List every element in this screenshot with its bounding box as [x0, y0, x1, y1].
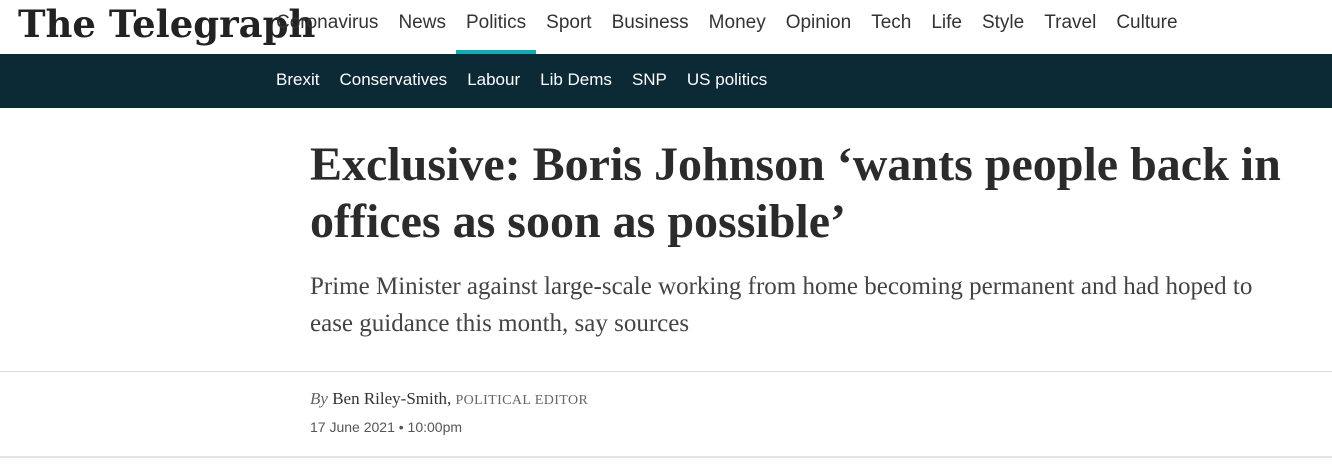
- politics-subnav-bar: Brexit Conservatives Labour Lib Dems SNP…: [0, 54, 1332, 108]
- publish-date: 17 June 2021 • 10:00pm: [310, 419, 463, 435]
- site-header: The Telegraph Coronavirus News Politics …: [0, 0, 1332, 54]
- nav-item-tech[interactable]: Tech: [861, 0, 921, 54]
- nav-item-business[interactable]: Business: [602, 0, 699, 54]
- byline-prefix: By: [310, 389, 328, 408]
- nav-item-coronavirus[interactable]: Coronavirus: [266, 0, 388, 54]
- nav-item-sport[interactable]: Sport: [536, 0, 601, 54]
- article-headline: Exclusive: Boris Johnson ‘wants people b…: [310, 138, 1281, 248]
- divider: [0, 456, 1332, 458]
- nav-item-life[interactable]: Life: [921, 0, 972, 54]
- subnav-item-conservatives[interactable]: Conservatives: [329, 54, 457, 108]
- subnav-item-brexit[interactable]: Brexit: [266, 54, 329, 108]
- nav-item-travel[interactable]: Travel: [1034, 0, 1106, 54]
- subnav-item-us-politics[interactable]: US politics: [677, 54, 777, 108]
- author-link[interactable]: Ben Riley-Smith,: [332, 389, 451, 408]
- nav-item-news[interactable]: News: [388, 0, 456, 54]
- nav-item-politics[interactable]: Politics: [455, 0, 537, 54]
- nav-item-money[interactable]: Money: [699, 0, 776, 54]
- main-nav: Coronavirus News Politics Sport Business…: [266, 0, 1188, 54]
- nav-item-opinion[interactable]: Opinion: [776, 0, 862, 54]
- subnav-item-snp[interactable]: SNP: [622, 54, 677, 108]
- byline: By Ben Riley-Smith, POLITICAL EDITOR: [310, 389, 588, 409]
- subnav-item-labour[interactable]: Labour: [457, 54, 530, 108]
- nav-item-culture[interactable]: Culture: [1106, 0, 1187, 54]
- subnav-item-lib-dems[interactable]: Lib Dems: [530, 54, 622, 108]
- sub-nav: Brexit Conservatives Labour Lib Dems SNP…: [266, 54, 777, 108]
- nav-item-style[interactable]: Style: [972, 0, 1034, 54]
- divider: [0, 371, 1332, 372]
- author-role: POLITICAL EDITOR: [455, 393, 589, 408]
- article-standfirst: Prime Minister against large-scale worki…: [310, 273, 1253, 337]
